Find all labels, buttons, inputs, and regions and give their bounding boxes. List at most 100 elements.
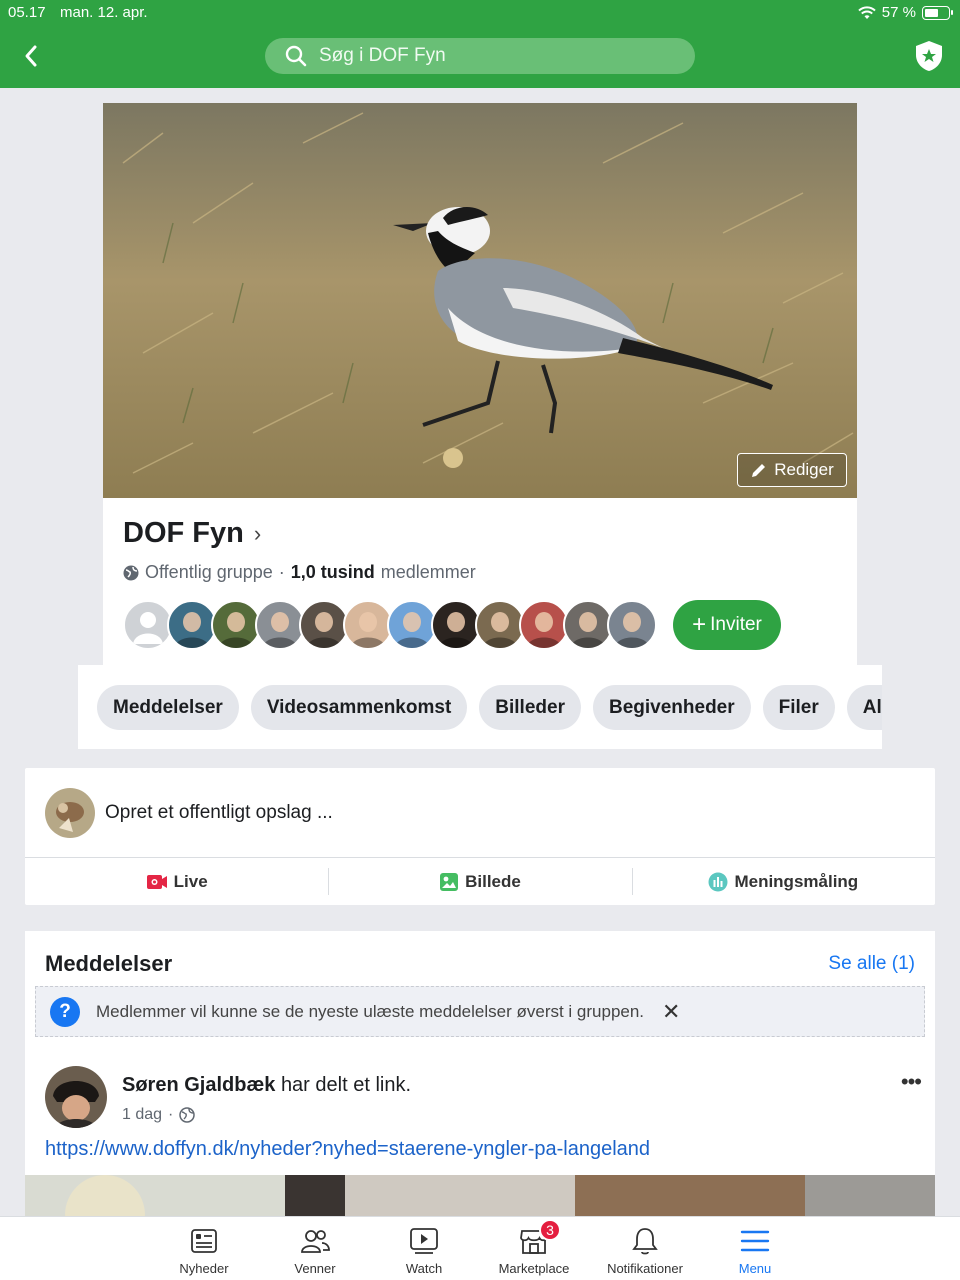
member-avatar[interactable] <box>387 600 437 650</box>
search-icon <box>285 45 307 67</box>
poll-label: Meningsmåling <box>734 871 859 891</box>
group-member-count: 1,0 tusind <box>290 562 375 582</box>
member-avatar[interactable] <box>431 600 481 650</box>
announcements-section: Meddelelser Se alle (1) ? Medlemmer vil … <box>25 931 935 1231</box>
admin-tools-button[interactable] <box>914 40 944 72</box>
tab-menu[interactable]: Menu <box>700 1225 810 1280</box>
tab-chip[interactable]: Album <box>846 685 882 730</box>
search-bar[interactable]: Søg i DOF Fyn <box>265 38 695 74</box>
member-avatar[interactable] <box>255 600 305 650</box>
tab-chip[interactable]: Videosammenkomst <box>250 685 468 730</box>
bell-icon <box>632 1228 658 1255</box>
notice-text: Medlemmer vil kunne se de nyeste ulæste … <box>96 1001 645 1021</box>
live-button[interactable]: Live <box>25 858 328 905</box>
globe-icon <box>179 1107 196 1123</box>
avatar[interactable] <box>45 1066 107 1128</box>
tab-watch[interactable]: Watch <box>369 1225 479 1280</box>
group-meta: Offentlig gruppe · 1,0 tusind medlemmer <box>123 562 476 583</box>
wagtail-photo <box>103 103 857 498</box>
member-avatar[interactable] <box>607 600 657 650</box>
tab-notifications[interactable]: Notifikationer <box>590 1225 700 1280</box>
member-avatar[interactable] <box>299 600 349 650</box>
member-avatar[interactable] <box>167 600 217 650</box>
group-name-text: DOF Fyn <box>123 517 244 549</box>
info-notice: ? Medlemmer vil kunne se de nyeste ulæst… <box>35 986 925 1037</box>
watch-video-icon <box>410 1228 438 1254</box>
invite-button[interactable]: + Inviter <box>673 600 781 650</box>
tab-marketplace[interactable]: 3 Marketplace <box>479 1219 589 1280</box>
tab-news[interactable]: Nyheder <box>149 1225 259 1280</box>
wifi-icon <box>858 5 876 19</box>
battery-percent: 57 % <box>881 4 916 21</box>
tab-label: Menu <box>738 1261 772 1276</box>
status-date: man. 12. apr. <box>60 4 148 21</box>
more-options-icon[interactable]: ••• <box>901 1069 922 1095</box>
post-link[interactable]: https://www.doffyn.dk/nyheder?nyhed=stae… <box>45 1138 650 1161</box>
bottom-tab-bar: Nyheder Venner Watch 3 Marketplace Notif… <box>0 1216 960 1280</box>
edit-cover-button[interactable]: Rediger <box>737 453 847 487</box>
member-avatar[interactable] <box>211 600 261 650</box>
cover-photo: Rediger <box>103 103 857 498</box>
tab-label: Notifikationer <box>607 1261 683 1276</box>
status-right: 57 % <box>858 4 953 21</box>
tab-chip[interactable]: Filer <box>762 685 835 730</box>
globe-icon <box>123 565 139 580</box>
tab-chip[interactable]: Billeder <box>479 685 581 730</box>
member-avatar[interactable] <box>343 600 393 650</box>
top-bar: 05.17 man. 12. apr. 57 % Søg i DOF Fyn <box>0 0 960 88</box>
pencil-icon <box>752 464 766 477</box>
poll-button[interactable]: Meningsmåling <box>631 858 935 905</box>
help-icon: ? <box>50 996 80 1027</box>
post-time[interactable]: 1 dag <box>122 1106 162 1124</box>
tab-chip[interactable]: Meddelelser <box>97 685 239 730</box>
composer-actions: Live Billede Meningsmåling <box>25 858 935 905</box>
edit-cover-label: Rediger <box>774 460 834 479</box>
marketplace-badge: 3 <box>539 1219 561 1241</box>
group-tabs: Meddelelser Videosammenkomst Billeder Begiv… <box>78 665 882 749</box>
news-feed-icon <box>191 1229 217 1253</box>
live-label: Live <box>173 871 208 891</box>
meta-dot: · <box>168 1106 174 1123</box>
search-placeholder: Søg i DOF Fyn <box>319 45 446 66</box>
chevron-right-icon: › <box>253 520 262 546</box>
post-action: har delt et link. <box>280 1074 412 1096</box>
composer-prompt[interactable]: Opret et offentligt opslag ... <box>105 802 333 824</box>
live-video-icon <box>146 874 167 889</box>
member-avatar[interactable] <box>519 600 569 650</box>
meta-separator: · <box>278 562 285 582</box>
poll-icon <box>708 872 728 891</box>
member-avatar[interactable] <box>123 600 173 650</box>
avatar[interactable] <box>45 788 95 838</box>
post-meta: 1 dag · <box>122 1106 196 1124</box>
group-header-card: Rediger DOF Fyn › Offentlig gruppe · 1,0… <box>103 103 857 665</box>
post-composer: Opret et offentligt opslag ... Live Bill… <box>25 768 935 905</box>
shield-star-icon <box>916 41 942 71</box>
member-avatar[interactable] <box>563 600 613 650</box>
group-privacy: Offentlig gruppe <box>145 562 273 582</box>
chevron-left-icon <box>25 45 37 67</box>
tab-chip[interactable]: Begivenheder <box>592 685 751 730</box>
post-header: Søren Gjaldbæk har delt et link. <box>122 1074 411 1097</box>
photo-icon <box>440 872 459 891</box>
back-button[interactable] <box>14 38 48 74</box>
friends-icon <box>301 1230 330 1253</box>
group-member-suffix: medlemmer <box>380 562 476 582</box>
tab-friends[interactable]: Venner <box>260 1225 370 1280</box>
tab-label: Nyheder <box>179 1261 229 1276</box>
section-title: Meddelelser <box>45 951 173 976</box>
battery-icon <box>922 5 953 20</box>
member-avatar[interactable] <box>475 600 525 650</box>
invite-label: Inviter <box>710 614 762 635</box>
photo-label: Billede <box>465 871 521 891</box>
status-time: 05.17 <box>8 4 46 21</box>
close-icon[interactable]: ✕ <box>662 999 680 1025</box>
member-avatars[interactable] <box>123 600 657 650</box>
group-name[interactable]: DOF Fyn › <box>123 517 261 550</box>
tab-list: Meddelelser Videosammenkomst Billeder Begiv… <box>97 685 882 730</box>
plus-icon: + <box>692 611 707 638</box>
post-author-name[interactable]: Søren Gjaldbæk <box>122 1074 275 1096</box>
see-all-link[interactable]: Se alle (1) <box>828 953 915 975</box>
status-bar: 05.17 man. 12. apr. 57 % <box>8 4 953 24</box>
menu-hamburger-icon <box>740 1230 770 1252</box>
photo-button[interactable]: Billede <box>328 858 631 905</box>
